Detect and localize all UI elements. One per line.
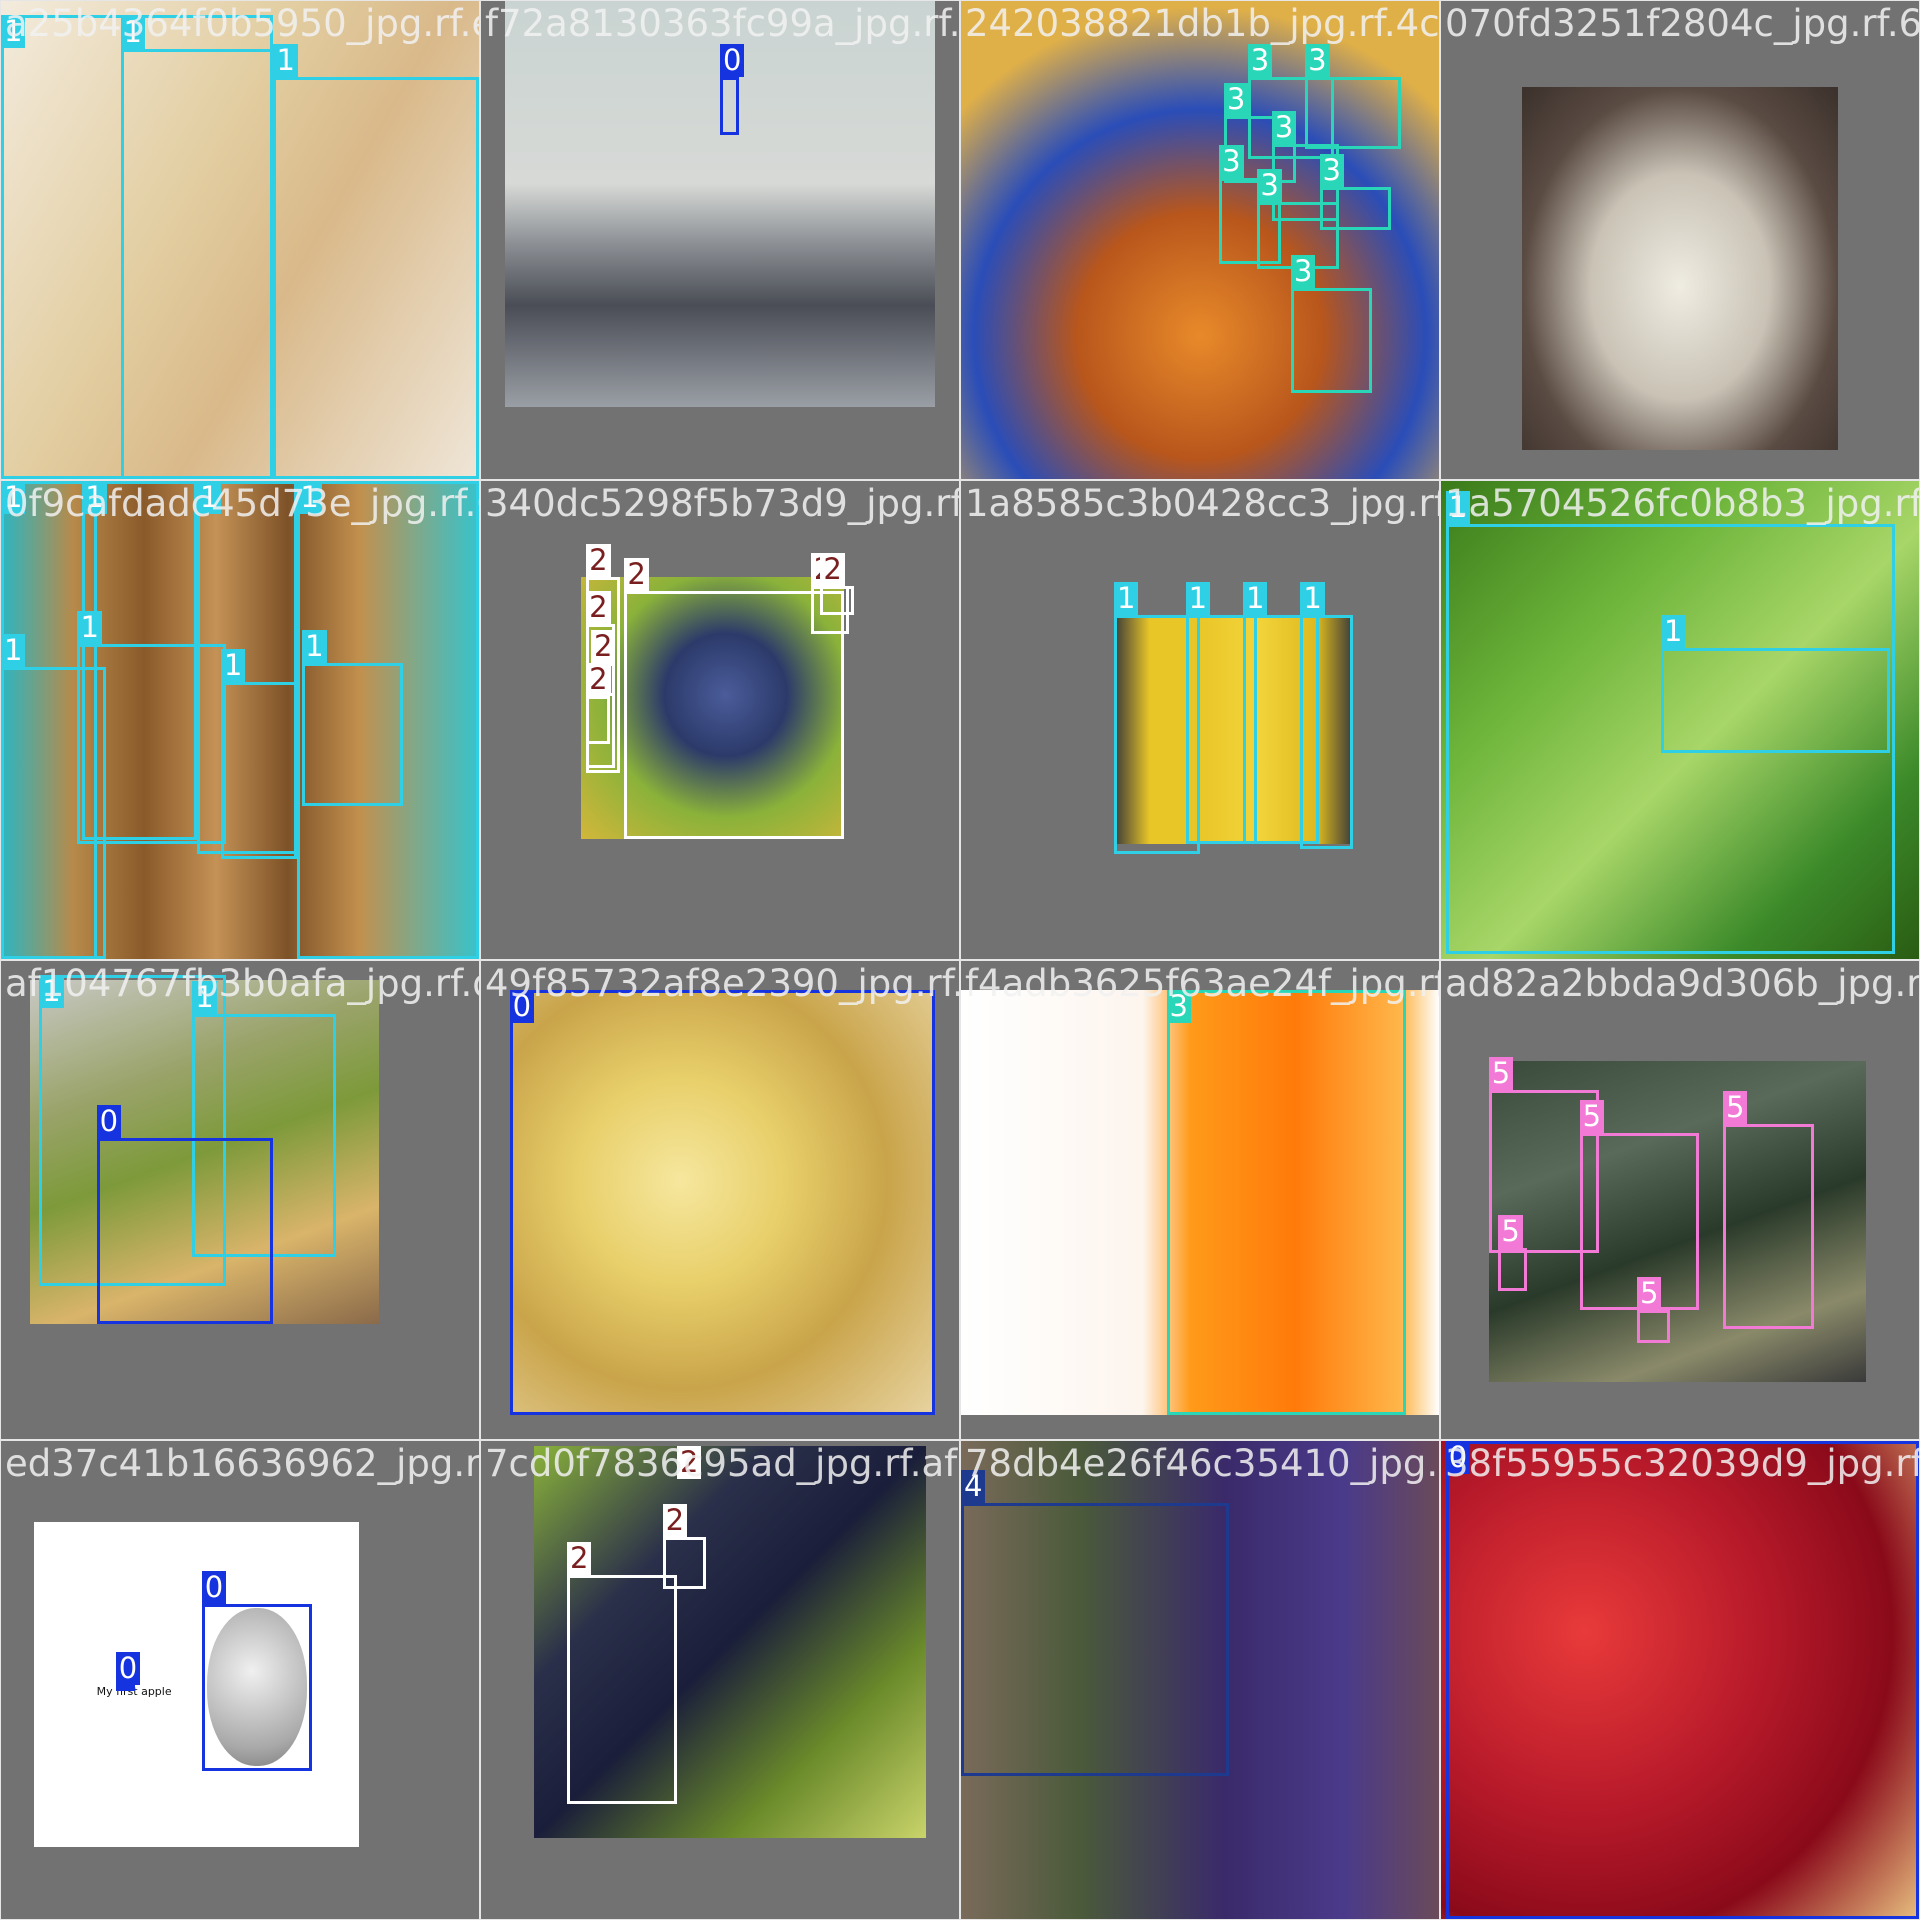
- tile-filename: ad82a2bbda9d306b_jpg.rf.3: [1445, 962, 1920, 1005]
- tile-filename: f72a8130363fc99a_jpg.rf.4a54: [485, 2, 960, 45]
- class-label: 0: [720, 44, 745, 78]
- bounding-box: [120, 48, 274, 479]
- tile-filename: 38f55955c32039d9_jpg.rf.6fa: [1445, 1442, 1920, 1485]
- class-label: 2: [820, 553, 845, 587]
- tile-filename: 1a8585c3b0428cc3_jpg.rf.7c: [965, 482, 1439, 525]
- class-label: 2: [586, 591, 611, 625]
- class-label: 1: [1243, 581, 1268, 615]
- class-label: 1: [77, 610, 102, 644]
- image-tile: My first apple00ed37c41b16636962_jpg.rf.…: [0, 1440, 480, 1920]
- tile-filename: 78db4e26f46c35410_jpg.rf.49: [965, 1442, 1439, 1485]
- bounding-box: [1636, 1309, 1671, 1344]
- image-tile: 111a25b4364f0b5950_jpg.rf.eb9a: [0, 0, 480, 480]
- image-tile: 111a5704526fc0b8b3_jpg.rf.98: [1440, 480, 1920, 960]
- class-label: 5: [1498, 1214, 1523, 1248]
- fruit-bowl-photo: [961, 1, 1439, 479]
- bounding-box: [1723, 1123, 1814, 1330]
- image-tile: 33333333242038821db1b_jpg.rf.4c87b3: [960, 0, 1440, 480]
- image-tile: 2222222340dc5298f5b73d9_jpg.rf.cc: [480, 480, 960, 960]
- bounding-box: [1660, 648, 1891, 754]
- bounding-box: [96, 1137, 274, 1325]
- class-label: 1: [1185, 581, 1211, 615]
- bounding-box: [115, 1684, 135, 1691]
- class-label: 1: [1660, 615, 1686, 649]
- tile-filename: 242038821db1b_jpg.rf.4c87b3: [965, 2, 1440, 45]
- image-tile: 038f55955c32039d9_jpg.rf.6fa: [1440, 1440, 1920, 1920]
- bounding-box: [1290, 287, 1373, 393]
- bounding-box: [1166, 989, 1406, 1416]
- class-label: 2: [586, 543, 611, 577]
- image-tile: 11111a8585c3b0428cc3_jpg.rf.7c: [960, 480, 1440, 960]
- bounding-box: [1498, 1247, 1528, 1291]
- class-label: 3: [1271, 111, 1297, 145]
- image-tile: 070fd3251f2804c_jpg.rf.67: [1440, 0, 1920, 480]
- tile-filename: 0f9cafdadc45d73e_jpg.rf.0c34: [5, 482, 479, 525]
- class-label: 1: [1113, 581, 1139, 615]
- bounding-box: [77, 643, 226, 845]
- image-tile: 111111110f9cafdadc45d73e_jpg.rf.0c34: [0, 480, 480, 960]
- bounding-box: [586, 696, 611, 744]
- class-label: 2: [624, 557, 649, 591]
- bounding-box: [273, 77, 479, 479]
- tile-filename: a25b4364f0b5950_jpg.rf.eb9a: [5, 2, 479, 45]
- class-label: 1: [220, 648, 246, 682]
- tile-filename: 340dc5298f5b73d9_jpg.rf.cc: [485, 482, 960, 525]
- cake-photo: [1522, 87, 1838, 451]
- class-label: 3: [1247, 44, 1273, 78]
- bounding-box: [1319, 187, 1392, 231]
- class-label: 3: [1219, 144, 1244, 178]
- class-label: 5: [1636, 1276, 1662, 1310]
- tile-filename: f4adb3625f63ae24f_jpg.rf.a0: [965, 962, 1439, 1005]
- tile-filename: 070fd3251f2804c_jpg.rf.67: [1445, 2, 1920, 45]
- class-label: 1: [1300, 581, 1325, 615]
- image-tile: 5 5 5 5 5 ad82a2bbda9d306b_jpg.rf.3: [1440, 960, 1920, 1440]
- class-label: 0: [96, 1104, 122, 1138]
- image-tile: 0 49f85732af8e2390_jpg.rf.7a: [480, 960, 960, 1440]
- bounding-box: [201, 1603, 312, 1771]
- bounding-box: [220, 681, 298, 859]
- mosaic-grid: 111a25b4364f0b5950_jpg.rf.eb9a0f72a81303…: [0, 0, 1920, 1920]
- bounding-box: [567, 1574, 677, 1805]
- class-label: 5: [1579, 1100, 1605, 1134]
- class-label: 3: [1223, 82, 1249, 116]
- class-label: 3: [1290, 254, 1316, 288]
- bounding-box: [509, 989, 936, 1416]
- bounding-box: [1445, 1441, 1919, 1919]
- bounding-box: [1300, 614, 1353, 850]
- class-label: 1: [1, 634, 26, 668]
- tile-filename: ed37c41b16636962_jpg.rf.a7: [5, 1442, 480, 1485]
- class-label: 5: [1488, 1057, 1514, 1091]
- bounding-box: [820, 586, 854, 615]
- image-tile: 478db4e26f46c35410_jpg.rf.49: [960, 1440, 1440, 1920]
- tile-filename: af104767fb3b0afa_jpg.rf.dd4: [5, 962, 479, 1005]
- tile-filename: 49f85732af8e2390_jpg.rf.7a: [485, 962, 960, 1005]
- class-label: 2: [590, 629, 616, 663]
- bounding-box: [662, 1536, 706, 1590]
- tile-filename: 1a5704526fc0b8b3_jpg.rf.98: [1445, 482, 1920, 525]
- class-label: 3: [1305, 44, 1330, 78]
- class-label: 0: [115, 1651, 141, 1685]
- class-label: 5: [1723, 1090, 1748, 1124]
- class-label: 3: [1319, 154, 1344, 188]
- bounding-box: [302, 662, 403, 807]
- class-label: 1: [302, 629, 327, 663]
- image-tile: 3f4adb3625f63ae24f_jpg.rf.a0: [960, 960, 1440, 1440]
- class-label: 2: [662, 1503, 688, 1537]
- class-label: 3: [1257, 168, 1282, 202]
- class-label: 2: [567, 1541, 592, 1575]
- image-tile: 2 2 2 7cd0f7836c95ad_jpg.rf.af9: [480, 1440, 960, 1920]
- class-label: 2: [586, 663, 611, 697]
- image-tile: 0f72a8130363fc99a_jpg.rf.4a54: [480, 0, 960, 480]
- bounding-box: [720, 77, 740, 135]
- tile-filename: 7cd0f7836c95ad_jpg.rf.af9: [485, 1442, 960, 1485]
- image-tile: 110af104767fb3b0afa_jpg.rf.dd4: [0, 960, 480, 1440]
- class-label: 1: [273, 44, 298, 78]
- class-label: 0: [201, 1570, 227, 1604]
- bounding-box: [961, 1503, 1229, 1776]
